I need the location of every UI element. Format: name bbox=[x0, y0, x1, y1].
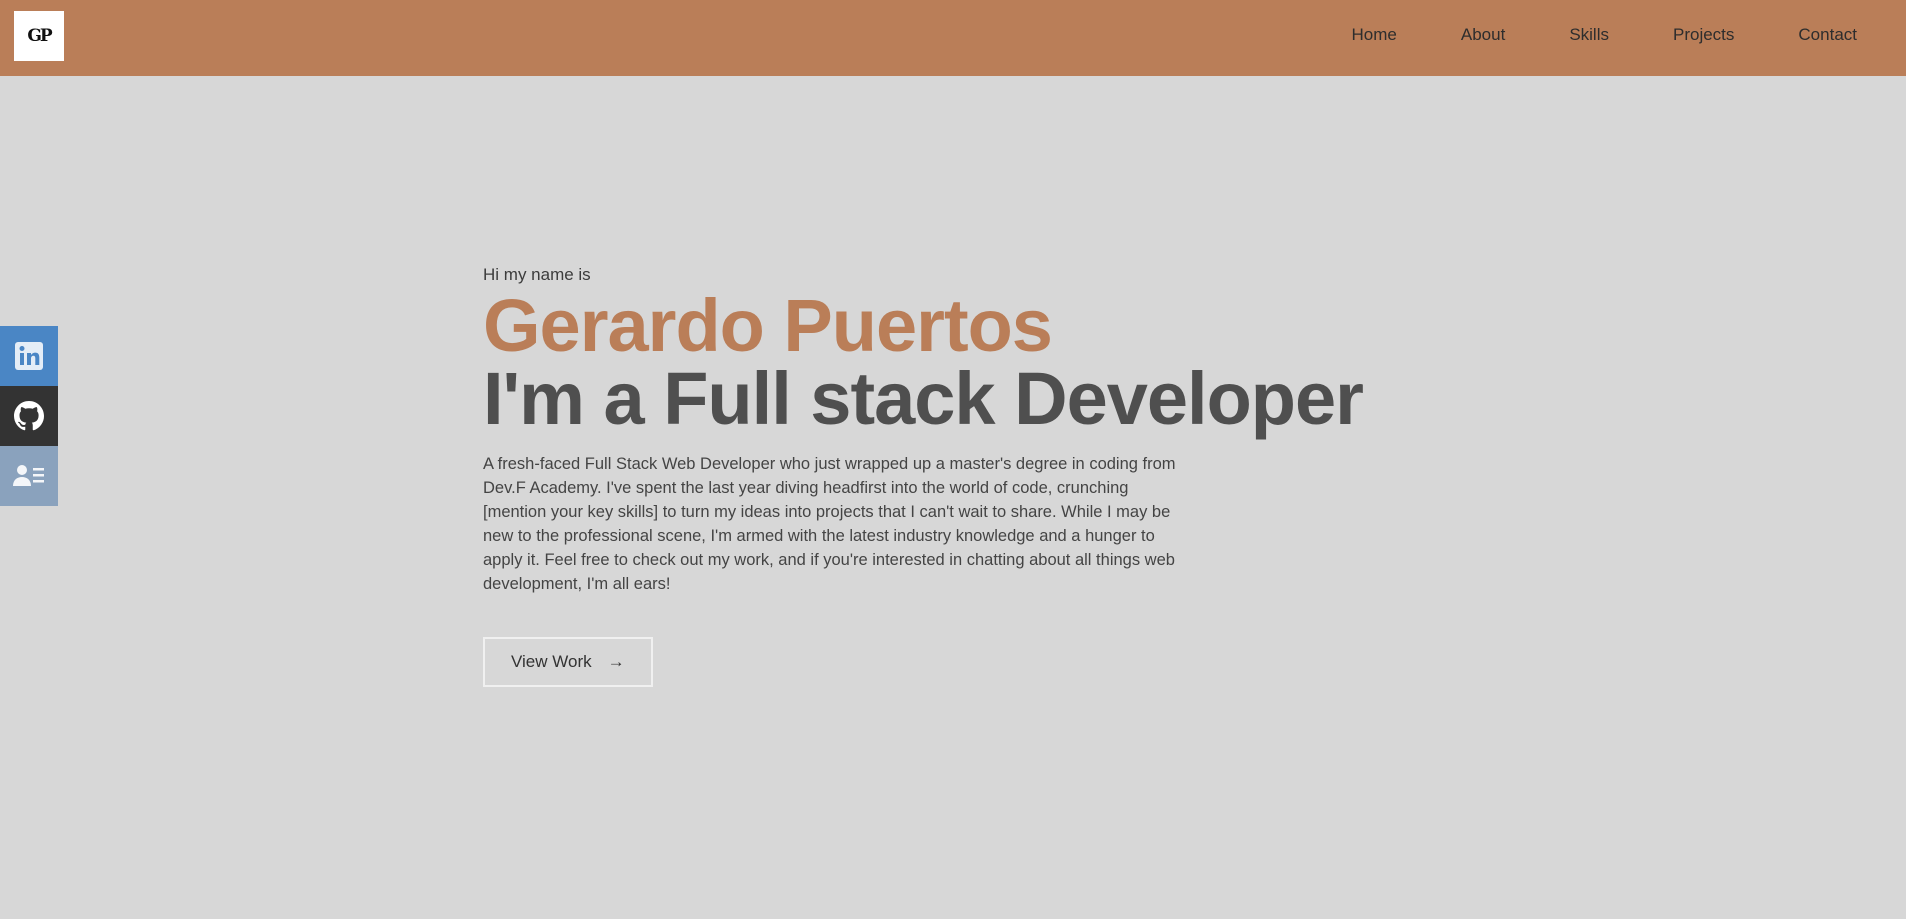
hero-role: I'm a Full stack Developer bbox=[483, 357, 1364, 440]
nav-link-home[interactable]: Home bbox=[1352, 25, 1397, 45]
arrow-right-icon: → bbox=[607, 651, 625, 671]
nav-link-contact[interactable]: Contact bbox=[1798, 25, 1857, 45]
linkedin-link[interactable] bbox=[0, 326, 58, 386]
navbar: GP Home About Skills Projects Contact bbox=[0, 0, 1906, 76]
nav-links: Home About Skills Projects Contact bbox=[1288, 0, 1857, 70]
nav-link-projects[interactable]: Projects bbox=[1673, 25, 1734, 45]
github-icon bbox=[14, 401, 44, 431]
nav-link-about[interactable]: About bbox=[1461, 25, 1505, 45]
hero-name: Gerardo Puertos bbox=[483, 284, 1053, 367]
contact-card-icon bbox=[13, 465, 44, 486]
view-work-button[interactable]: View Work → bbox=[483, 636, 653, 687]
linkedin-icon bbox=[15, 342, 43, 370]
github-link[interactable] bbox=[0, 386, 58, 446]
hero-bio: A fresh-faced Full Stack Web Developer w… bbox=[483, 455, 1176, 593]
resume-link[interactable] bbox=[0, 446, 58, 506]
view-work-label: View Work bbox=[511, 651, 592, 671]
hero-section: Hi my name is Gerardo Puertos I'm a Full… bbox=[483, 262, 1364, 687]
logo[interactable]: GP bbox=[14, 11, 64, 61]
social-sidebar bbox=[0, 326, 58, 506]
nav-link-skills[interactable]: Skills bbox=[1569, 25, 1609, 45]
